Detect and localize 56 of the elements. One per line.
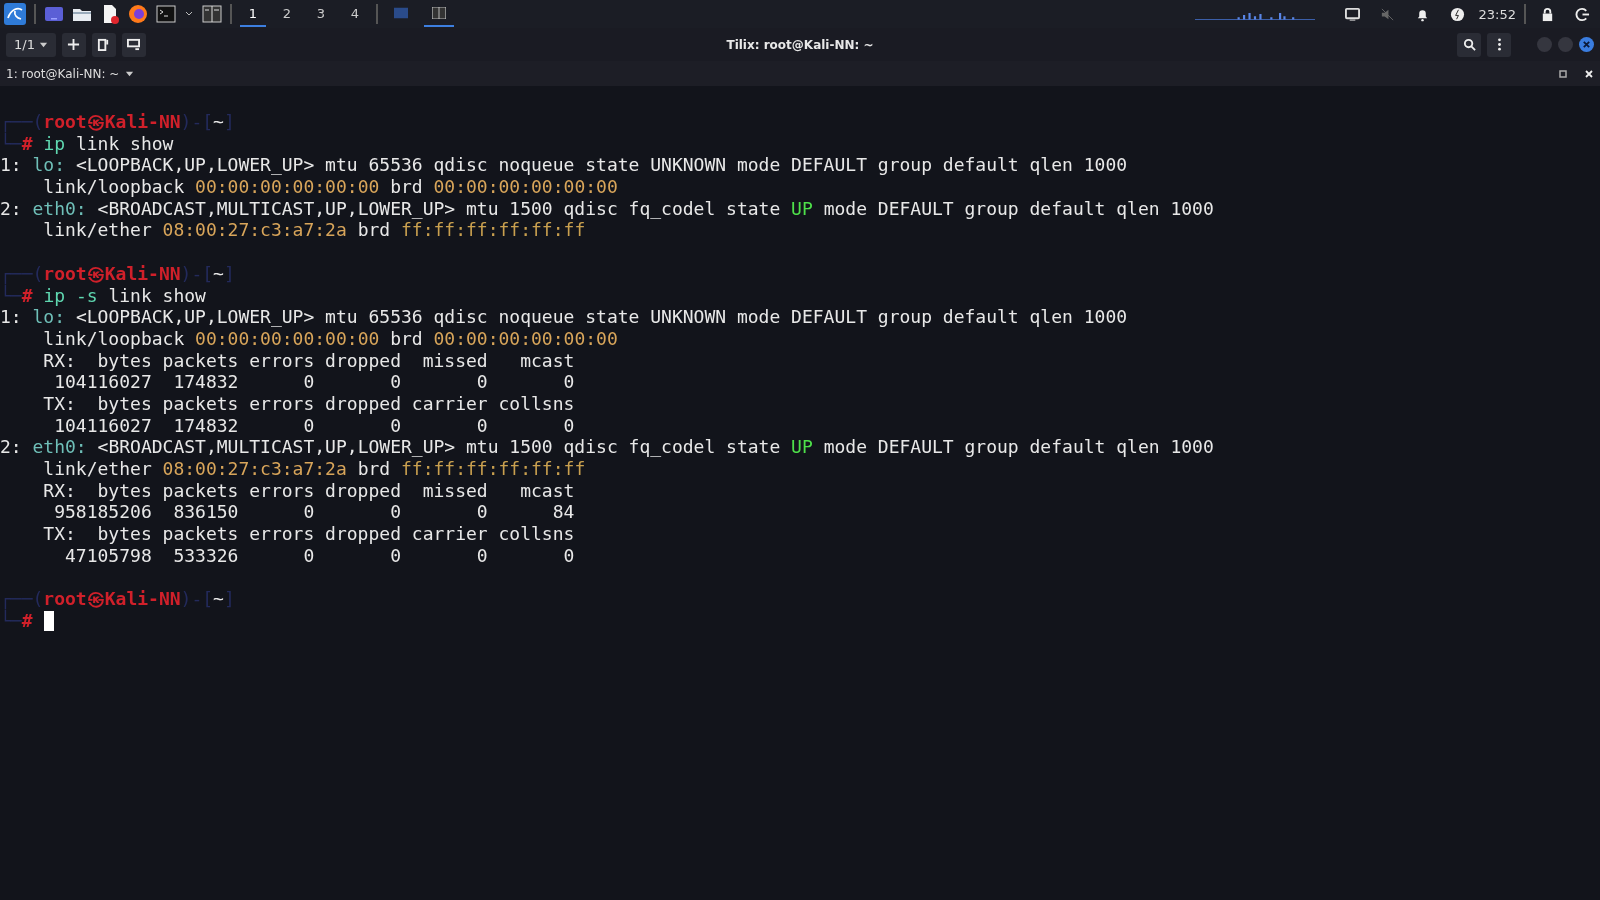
- session-selector[interactable]: 1/1: [6, 32, 56, 57]
- logout-icon[interactable]: [1575, 6, 1590, 22]
- split-terminal-icon[interactable]: [202, 4, 222, 24]
- split-right-icon: [97, 38, 111, 51]
- output-line: 2: eth0: <BROADCAST,MULTICAST,UP,LOWER_UP> mtu 1500 qdisc fq_codel state UP mode DEFAULT group default qlen 1000: [0, 436, 1214, 459]
- browser-icon[interactable]: [128, 4, 148, 24]
- power-icon[interactable]: [1449, 6, 1465, 22]
- window-preview-icon: [394, 7, 408, 19]
- close-button[interactable]: [1579, 37, 1594, 52]
- split-right-button[interactable]: [91, 32, 116, 57]
- caret-icon: [38, 40, 48, 49]
- split-down-icon: [127, 38, 141, 51]
- prompt-line: ┌──(root㉿Kali-NN)-[~]: [0, 111, 235, 133]
- output-line: 2: eth0: <BROADCAST,MULTICAST,UP,LOWER_UP> mtu 1500 qdisc fq_codel state UP mode DEFAULT group default qlen 1000: [0, 197, 1214, 220]
- workspace-tab[interactable]: 4: [342, 1, 368, 27]
- maximize-icon[interactable]: [1558, 68, 1568, 79]
- window-title: Tilix: root@Kali-NN: ~: [726, 37, 874, 52]
- search-button[interactable]: [1457, 32, 1481, 57]
- output-line: link/ether 08:00:27:c3:a7:2a brd ff:ff:ff:ff:ff:ff: [42, 458, 586, 480]
- output-line: 1: lo: <LOOPBACK,UP,LOWER_UP> mtu 65536 qdisc noqueue state UNKNOWN mode DEFAULT group default qlen 1000: [0, 306, 1128, 328]
- split-terminal-icon: [432, 7, 446, 19]
- output-line: TX: bytes packets errors dropped carrier collsns: [42, 523, 575, 545]
- monitor-icon[interactable]: [1344, 6, 1360, 22]
- plus-icon: [67, 38, 81, 51]
- menu-button[interactable]: [1487, 32, 1511, 57]
- output-line: 104116027 174832 0 0 0 0: [53, 371, 575, 393]
- command-line: └─# ip -s link show: [0, 284, 206, 307]
- caret-icon: [125, 69, 135, 78]
- output-line: RX: bytes packets errors dropped missed mcast: [42, 349, 575, 372]
- dragon-logo-icon[interactable]: [4, 3, 26, 25]
- output-line: 958185206 836150 0 0 0 84: [53, 501, 575, 524]
- terminal-icon[interactable]: [156, 4, 176, 24]
- prompt-line: ┌──(root㉿Kali-NN)-[~]: [0, 587, 235, 610]
- speaker-muted-icon[interactable]: [1379, 6, 1395, 22]
- search-icon: [1462, 38, 1476, 51]
- workspace-tab[interactable]: 3: [308, 1, 334, 27]
- output-line: RX: bytes packets errors dropped missed mcast: [42, 479, 575, 502]
- desktop-icon[interactable]: [44, 4, 64, 24]
- close-icon[interactable]: [1584, 68, 1594, 79]
- lock-icon[interactable]: [1540, 6, 1555, 22]
- command-line: └─#: [0, 609, 33, 632]
- command-line: └─# ip link show: [0, 132, 174, 155]
- terminal-title-dropdown[interactable]: 1: root@Kali-NN: ~: [6, 66, 135, 81]
- prompt-line: ┌──(root㉿Kali-NN)-[~]: [0, 261, 235, 285]
- output-line: 104116027 174832 0 0 0 0: [53, 414, 575, 437]
- close-icon: [1582, 40, 1591, 49]
- workspace-tab[interactable]: 2: [274, 1, 300, 27]
- add-session-button[interactable]: [61, 32, 86, 57]
- split-down-button[interactable]: [121, 32, 146, 57]
- output-line: link/loopback 00:00:00:00:00:00 brd 00:00:00:00:00:00: [42, 176, 618, 198]
- clock[interactable]: 23:52: [1478, 6, 1516, 22]
- output-line: 47105798 533326 0 0 0 0: [64, 544, 575, 567]
- output-line: TX: bytes packets errors dropped carrier collsns: [42, 392, 575, 415]
- output-line: 1: lo: <LOOPBACK,UP,LOWER_UP> mtu 65536 qdisc noqueue state UNKNOWN mode DEFAULT group default qlen 1000: [0, 154, 1128, 177]
- output-line: link/loopback 00:00:00:00:00:00 brd 00:00:00:00:00:00: [42, 327, 618, 350]
- output-line: link/ether 08:00:27:c3:a7:2a brd ff:ff:ff:ff:ff:ff: [42, 219, 586, 242]
